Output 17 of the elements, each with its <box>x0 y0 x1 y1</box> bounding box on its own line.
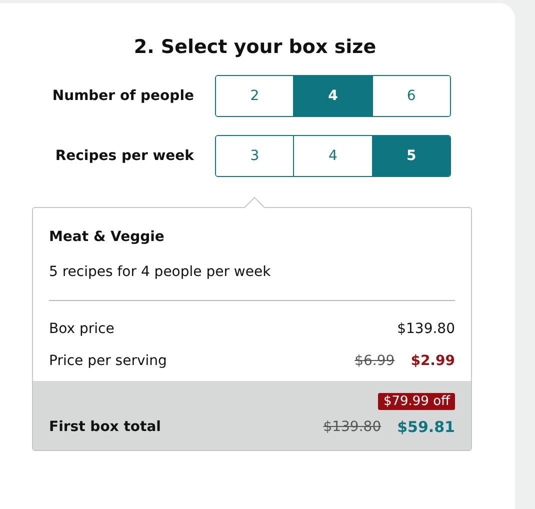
option-button[interactable]: 4 <box>293 76 372 116</box>
plan-description: 5 recipes for 4 people per week <box>49 264 272 280</box>
option-button[interactable]: 5 <box>372 136 450 176</box>
old-total: $139.80 <box>323 419 382 435</box>
plan-name: Meat & Veggie <box>49 229 166 245</box>
section-title: 2. Select your box size <box>132 35 378 58</box>
total-price: $59.81 <box>397 418 455 436</box>
option-label: Number of people <box>52 88 194 104</box>
option-label: Recipes per week <box>55 148 194 164</box>
price: $139.80 <box>397 321 455 337</box>
discount-badge: $79.99 off <box>378 393 455 410</box>
price-label: Box price <box>49 321 114 337</box>
total-label: First box total <box>49 419 161 435</box>
price: $2.99 <box>410 353 455 369</box>
price-label: Price per serving <box>49 353 167 369</box>
option-button[interactable]: 6 <box>372 76 450 116</box>
old-price: $6.99 <box>354 353 395 369</box>
